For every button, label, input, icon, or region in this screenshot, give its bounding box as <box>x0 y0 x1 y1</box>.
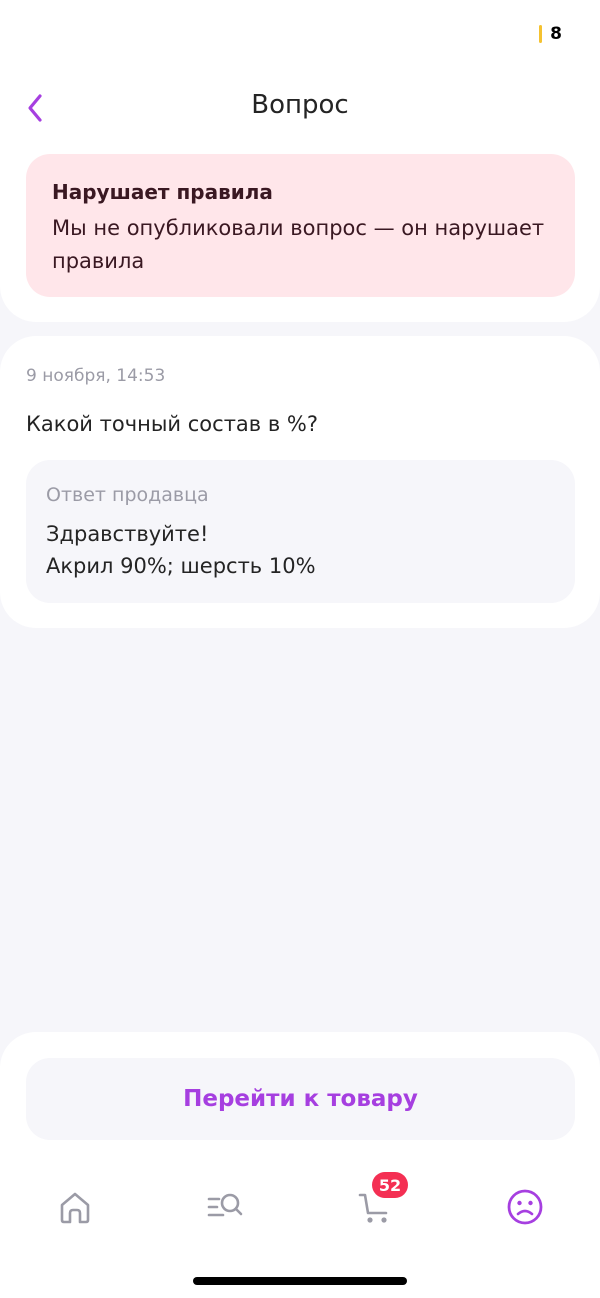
alert-text: Мы не опубликовали вопрос — он нарушает … <box>52 216 545 273</box>
go-to-product-button[interactable]: Перейти к товару <box>26 1058 575 1140</box>
top-card: 8 Вопрос Нарушает правила Мы не опублико… <box>0 0 600 322</box>
seller-answer: Ответ продавца Здравствуйте! Акрил 90%; … <box>26 460 575 603</box>
cart-badge: 52 <box>372 1172 408 1198</box>
battery-value: 8 <box>550 24 562 44</box>
tab-profile[interactable] <box>500 1182 550 1232</box>
battery-icon <box>539 25 543 43</box>
question-card: 9 ноября, 14:53 Какой точный состав в %?… <box>0 336 600 628</box>
answer-label: Ответ продавца <box>46 484 209 506</box>
header: Вопрос <box>0 82 600 132</box>
tab-home[interactable] <box>50 1182 100 1232</box>
bottom-panel: Перейти к товару 52 <box>0 1032 600 1298</box>
rule-violation-alert: Нарушает правила Мы не опубликовали вопр… <box>26 154 575 297</box>
question-text: Какой точный состав в %? <box>26 412 319 436</box>
tab-cart[interactable]: 52 <box>350 1172 408 1232</box>
answer-line: Акрил 90%; шерсть 10% <box>46 554 316 578</box>
tab-bar: 52 <box>0 1172 600 1232</box>
home-icon <box>60 1192 90 1224</box>
question-date: 9 ноября, 14:53 <box>26 366 166 386</box>
status-bar: 8 <box>539 24 562 44</box>
answer-text: Здравствуйте! Акрил 90%; шерсть 10% <box>46 518 555 582</box>
answer-line: Здравствуйте! <box>46 522 209 546</box>
tab-catalog[interactable] <box>200 1182 250 1232</box>
alert-title: Нарушает правила <box>52 180 273 204</box>
page-title: Вопрос <box>251 90 349 120</box>
home-indicator <box>193 1277 407 1285</box>
profile-icon <box>507 1189 543 1225</box>
catalog-search-icon <box>207 1193 243 1217</box>
